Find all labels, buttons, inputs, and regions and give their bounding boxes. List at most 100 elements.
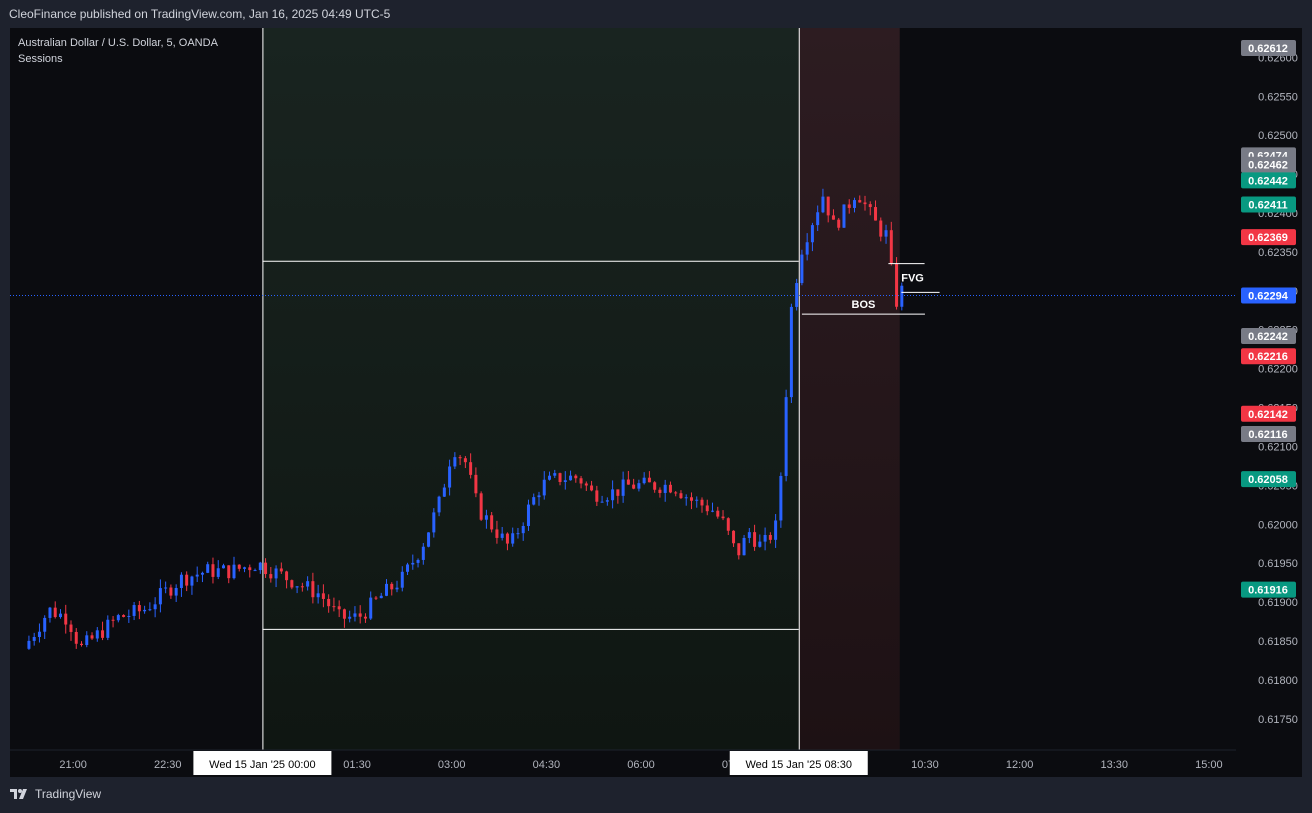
- bearish-candle: [211, 564, 215, 577]
- bearish-candle: [269, 574, 273, 579]
- bearish-candle: [732, 530, 736, 544]
- time-tick-label: 13:30: [1100, 759, 1128, 771]
- bearish-candle: [674, 492, 678, 494]
- bearish-candle: [868, 204, 872, 208]
- bearish-candle: [311, 581, 315, 598]
- bearish-candle: [321, 593, 325, 599]
- bullish-candle: [421, 546, 425, 560]
- bearish-candle: [837, 219, 841, 228]
- bearish-candle: [753, 532, 757, 547]
- bearish-candle: [826, 196, 830, 216]
- bullish-candle: [810, 225, 814, 243]
- bearish-candle: [584, 483, 588, 486]
- bullish-candle: [58, 613, 62, 618]
- price-badge-label: 0.62216: [1248, 351, 1288, 363]
- symbol-title[interactable]: Australian Dollar / U.S. Dollar, 5, OAND…: [18, 35, 218, 51]
- price-badge-label: 0.62462: [1248, 160, 1288, 172]
- bullish-candle: [621, 479, 625, 496]
- time-tick-label: 12:00: [1006, 759, 1034, 771]
- bullish-candle: [789, 306, 793, 398]
- bearish-candle: [169, 587, 173, 596]
- bullish-candle: [821, 196, 825, 213]
- bearish-candle: [689, 497, 693, 501]
- price-badge-label: 0.62294: [1248, 290, 1289, 302]
- bearish-candle: [332, 606, 336, 608]
- bullish-candle: [852, 200, 856, 208]
- bearish-candle: [80, 643, 84, 646]
- bearish-candle: [469, 462, 473, 475]
- bearish-candle: [479, 493, 483, 520]
- price-badge-label: 0.62142: [1248, 409, 1288, 421]
- bullish-candle: [353, 613, 357, 617]
- bearish-candle: [879, 220, 883, 237]
- bullish-candle: [132, 605, 136, 616]
- bullish-candle: [526, 504, 530, 526]
- bullish-candle: [143, 609, 147, 612]
- bearish-candle: [490, 515, 494, 530]
- bullish-candle: [95, 630, 99, 639]
- bullish-candle: [563, 480, 567, 482]
- price-tick-label: 0.61750: [1258, 714, 1298, 726]
- bearish-candle: [653, 482, 657, 490]
- price-tick-label: 0.61800: [1258, 675, 1298, 687]
- bearish-candle: [679, 493, 683, 499]
- bullish-candle: [106, 619, 110, 638]
- bullish-candle: [43, 617, 47, 632]
- asia-session-zone: [262, 28, 799, 750]
- bearish-candle: [632, 484, 636, 489]
- bearish-candle: [390, 583, 394, 590]
- bullish-candle: [600, 501, 604, 503]
- bearish-candle: [458, 457, 462, 459]
- bullish-candle: [763, 535, 767, 542]
- bullish-candle: [605, 500, 609, 502]
- bearish-candle: [505, 533, 509, 544]
- price-tick-label: 0.62100: [1258, 441, 1298, 453]
- candlestick-chart[interactable]: BOSFVG0.626000.625500.625000.624500.6240…: [10, 28, 1302, 777]
- bullish-candle: [663, 484, 667, 493]
- price-tick-label: 0.61900: [1258, 597, 1298, 609]
- bullish-candle: [816, 212, 820, 226]
- bullish-candle: [642, 477, 646, 484]
- bullish-candle: [453, 457, 457, 467]
- bearish-candle: [363, 616, 367, 619]
- bullish-candle: [406, 564, 410, 572]
- bullish-candle: [542, 479, 546, 496]
- publisher-text: CleoFinance published on TradingView.com…: [9, 7, 391, 21]
- bullish-candle: [611, 489, 615, 501]
- price-badge-label: 0.62242: [1248, 331, 1288, 343]
- bullish-candle: [516, 533, 520, 535]
- fvg-label: FVG: [901, 273, 924, 285]
- tradingview-brand[interactable]: TradingView: [10, 787, 101, 801]
- bullish-candle: [379, 595, 383, 599]
- bearish-candle: [616, 489, 620, 496]
- indicator-name[interactable]: Sessions: [18, 51, 218, 67]
- bearish-candle: [668, 484, 672, 493]
- bearish-candle: [463, 458, 467, 463]
- bullish-candle: [805, 242, 809, 255]
- bearish-candle: [737, 543, 741, 556]
- bearish-candle: [248, 567, 252, 571]
- price-tick-label: 0.62350: [1258, 247, 1298, 259]
- bearish-candle: [579, 478, 583, 484]
- bearish-candle: [474, 474, 478, 494]
- bullish-candle: [500, 533, 504, 538]
- bottom-bar: [0, 777, 1312, 813]
- bullish-candle: [221, 565, 225, 569]
- bearish-candle: [185, 574, 189, 586]
- bullish-candle: [747, 532, 751, 538]
- bullish-candle: [369, 597, 373, 619]
- bearish-candle: [137, 605, 141, 612]
- bullish-candle: [400, 571, 404, 588]
- bearish-candle: [358, 613, 362, 617]
- bullish-candle: [195, 574, 199, 577]
- bearish-candle: [863, 202, 867, 205]
- bearish-candle: [558, 473, 562, 482]
- chart-pane[interactable]: BOSFVG0.626000.625500.625000.624500.6240…: [10, 28, 1302, 777]
- price-badge-label: 0.62058: [1248, 474, 1288, 486]
- bearish-candle: [69, 624, 73, 632]
- bearish-candle: [874, 207, 878, 221]
- bullish-candle: [695, 499, 699, 501]
- time-tick-label: 15:00: [1195, 759, 1223, 771]
- bearish-candle: [700, 499, 704, 506]
- time-tick-label: Wed 15 Jan '25 08:30: [746, 759, 852, 771]
